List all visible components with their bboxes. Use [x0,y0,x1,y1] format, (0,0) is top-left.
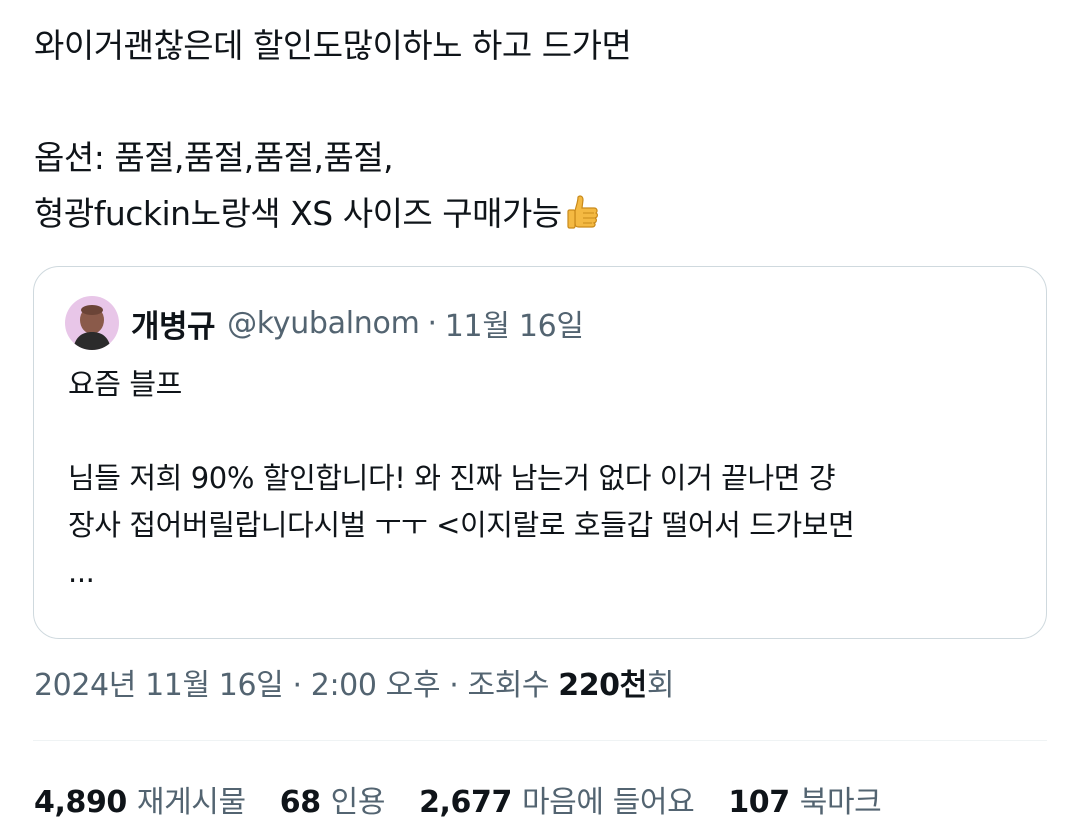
quoted-tweet-card[interactable]: 개병규 @kyubalnom · 11월 16일 요즘 블프 님들 저희 90%… [33,266,1047,639]
stat-count: 4,890 [34,785,127,820]
stat-count: 107 [728,785,790,820]
author-handle[interactable]: @kyubalnom [227,306,420,341]
thumbs-up-icon [567,195,598,229]
stat-label: 북마크 [799,785,882,820]
tweet-text: 와이거괜찮은데 할인도많이하노 하고 드가면 옵션: 품절,품절,품절,품절, … [34,18,1044,242]
tweet-meta: 2024년 11월 16일 · 2:00 오후 · 조회수 220천회 [34,660,674,704]
stat-count: 2,677 [419,785,512,820]
stat-count: 68 [279,785,321,820]
divider [33,740,1047,741]
quoted-tweet-header: 개병규 @kyubalnom · 11월 16일 [65,296,584,350]
stat-quotes[interactable]: 68 인용 [279,777,386,821]
quote-date[interactable]: 11월 16일 [445,301,584,345]
header-separator: · [427,305,438,341]
tweet-datetime[interactable]: 2024년 11월 16일 · 2:00 오후 · 조회수 [34,668,558,703]
engagement-stats: 4,890 재게시물 68 인용 2,677 마음에 들어요 107 북마크 [34,777,915,821]
tweet-line-2: 옵션: 품절,품절,품절,품절, [34,138,394,177]
avatar[interactable] [65,296,119,350]
stat-reposts[interactable]: 4,890 재게시물 [34,777,246,821]
tweet-line-1: 와이거괜찮은데 할인도많이하노 하고 드가면 [34,26,632,65]
stat-likes[interactable]: 2,677 마음에 들어요 [419,777,695,821]
quote-line-3: 장사 접어버릴랍니다시벌 ㅜㅜ <이지랄로 호들갑 떨어서 드가보면 [68,508,855,542]
quote-line-4: ... [68,555,95,589]
stat-label: 인용 [330,785,386,820]
stat-label: 마음에 들어요 [521,785,695,820]
view-count: 220천 [558,668,647,703]
tweet-line-3: 형광fuckin노랑색 XS 사이즈 구매가능 [34,194,562,233]
quote-line-1: 요즘 블프 [68,367,182,401]
quote-blank-line [68,408,1028,455]
stat-bookmarks[interactable]: 107 북마크 [728,777,881,821]
tweet-line-3-wrap: 형광fuckin노랑색 XS 사이즈 구매가능 [34,186,1044,242]
quoted-tweet-body: 요즘 블프 님들 저희 90% 할인합니다! 와 진짜 남는거 없다 이거 끝나… [68,361,1028,596]
view-count-suffix: 회 [646,668,675,703]
stat-label: 재게시물 [136,785,246,820]
quote-line-2: 님들 저희 90% 할인합니다! 와 진짜 남는거 없다 이거 끝나면 걍 [68,461,836,495]
author-name[interactable]: 개병규 [131,301,216,346]
